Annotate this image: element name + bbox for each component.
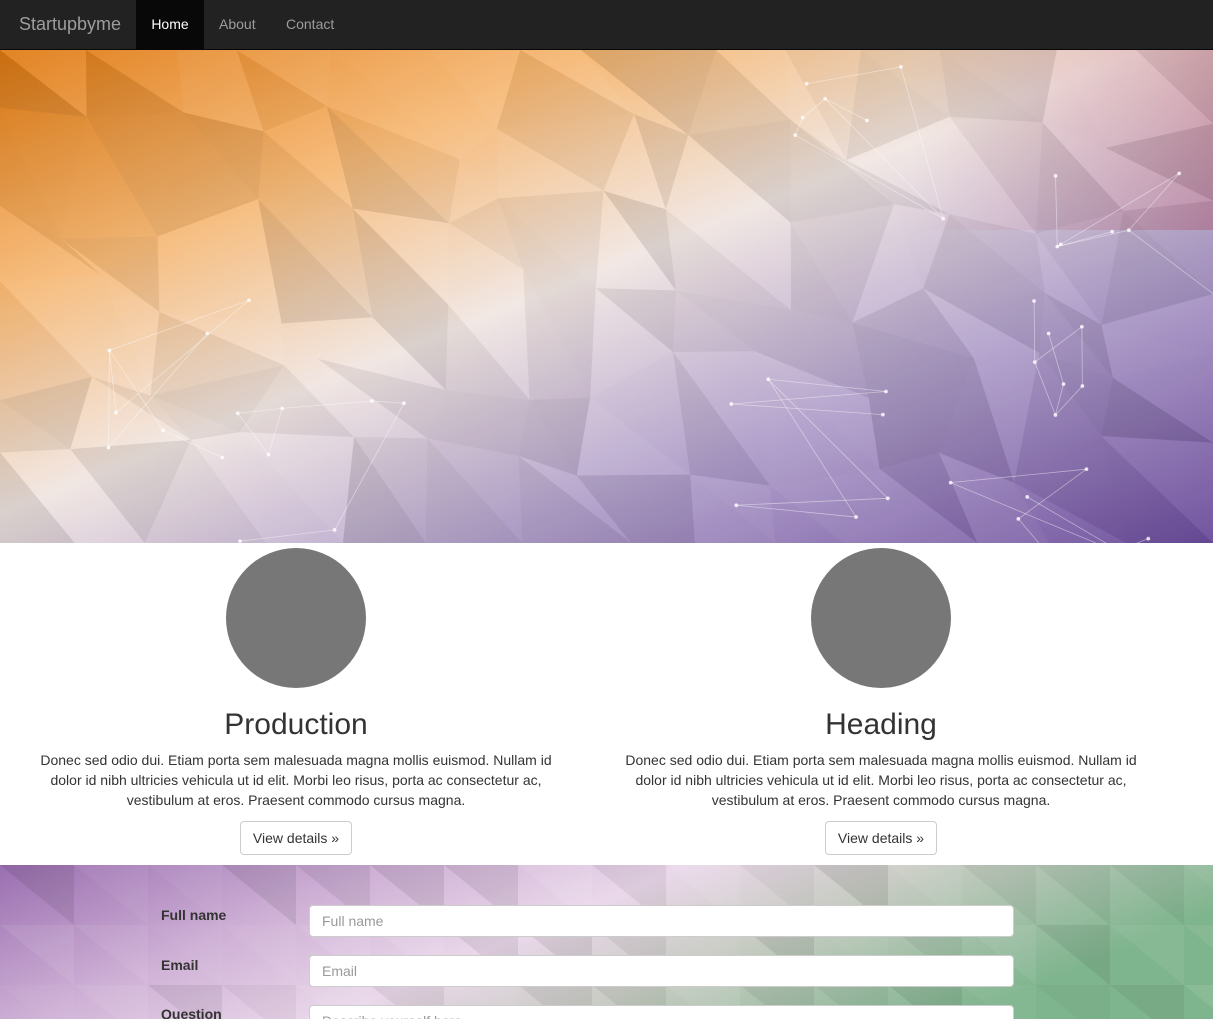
feature-text: Donec sed odio dui. Etiam porta sem male… — [625, 752, 1137, 808]
feature-image-placeholder — [226, 548, 366, 688]
hero-constellation-dot — [883, 389, 888, 394]
hero-constellation-dot — [113, 410, 118, 415]
feature-production: Production Donec sed odio dui. Etiam por… — [26, 548, 566, 855]
email-input[interactable] — [309, 955, 1014, 987]
hero-banner — [0, 50, 1213, 543]
hero-constellation-dot — [1177, 171, 1182, 176]
hero-constellation-dot — [280, 406, 285, 411]
nav-home[interactable]: Home — [136, 0, 204, 49]
hero-constellation-dot — [1110, 229, 1115, 234]
hero-constellation-dot — [734, 503, 739, 508]
question-label: Question — [161, 1006, 222, 1019]
hero-constellation-dot — [864, 118, 869, 123]
hero-constellation-dot — [1126, 228, 1131, 233]
feature-text: Donec sed odio dui. Etiam porta sem male… — [40, 752, 552, 808]
hero-constellation-dot — [1053, 413, 1058, 418]
brand-link[interactable]: Startupbyme — [19, 0, 121, 49]
contact-form-section: Full name Email Question — [0, 865, 1213, 1019]
hero-constellation-dot — [1025, 494, 1030, 499]
feature-heading: Production — [224, 708, 368, 741]
hero-constellation-dot — [1084, 467, 1089, 472]
hero-constellation-dot — [401, 401, 406, 406]
hero-constellation-dot — [948, 480, 953, 485]
hero-constellation-dot — [238, 539, 243, 543]
hero-constellation-dot — [793, 133, 798, 138]
hero-constellation-dot — [235, 411, 240, 416]
form-background — [0, 865, 1213, 1019]
hero-constellation-dot — [800, 115, 805, 120]
top-navbar: Startupbyme Home About Contact — [0, 0, 1213, 50]
hero-constellation-dot — [369, 398, 374, 403]
hero-constellation-dot — [1080, 384, 1085, 389]
feature-image-placeholder — [811, 548, 951, 688]
full-name-input[interactable] — [309, 905, 1014, 937]
hero-constellation-dot — [220, 455, 225, 460]
hero-constellation-dot — [729, 401, 734, 406]
hero-constellation-dot — [1055, 244, 1060, 249]
full-name-label: Full name — [161, 907, 227, 923]
hero-constellation-dot — [1016, 516, 1021, 521]
hero-constellation-dot — [823, 96, 828, 101]
feature-heading-block: Heading Donec sed odio dui. Etiam porta … — [611, 548, 1151, 855]
hero-constellation-dot — [885, 496, 890, 501]
hero-constellation-dot — [880, 412, 885, 417]
hero-constellation-dot — [1053, 173, 1058, 178]
hero-constellation-line — [1081, 326, 1083, 387]
hero-constellation-dot — [854, 515, 859, 520]
hero-constellation-dot — [804, 81, 809, 86]
feature-heading: Heading — [825, 708, 937, 741]
hero-constellation-dot — [1032, 360, 1037, 365]
view-details-button[interactable]: View details » — [239, 821, 353, 855]
hero-polygon-background — [0, 50, 1213, 543]
hero-constellation-dot — [332, 527, 337, 532]
view-details-button[interactable]: View details » — [824, 821, 938, 855]
hero-constellation-dot — [1032, 299, 1037, 304]
nav-about[interactable]: About — [219, 0, 256, 49]
nav-contact[interactable]: Contact — [286, 0, 334, 49]
hero-constellation-dot — [160, 428, 165, 433]
hero-constellation-dot — [1046, 331, 1051, 336]
email-label: Email — [161, 957, 199, 973]
hero-constellation-dot — [1146, 536, 1151, 541]
question-input[interactable] — [309, 1005, 1014, 1019]
